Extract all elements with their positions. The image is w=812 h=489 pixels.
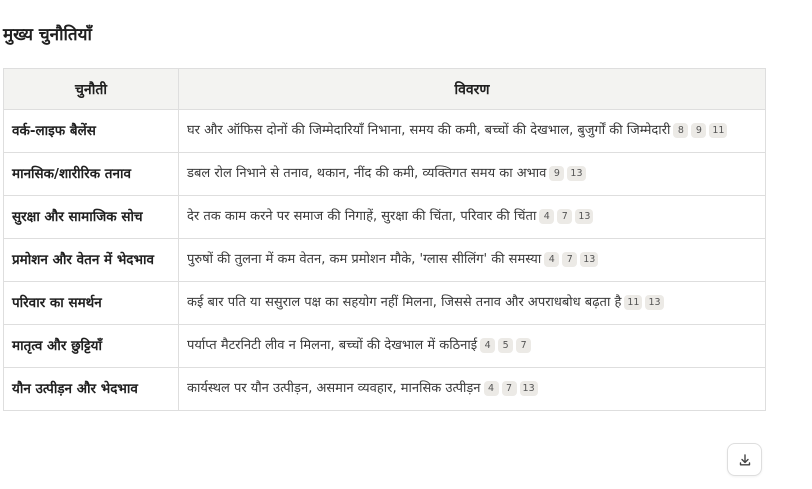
citation-badge[interactable]: 8 bbox=[673, 123, 689, 138]
citation-badge[interactable]: 4 bbox=[480, 338, 496, 353]
description-cell: देर तक काम करने पर समाज की निगाहें, सुरक… bbox=[178, 195, 766, 239]
description-text: कई बार पति या ससुराल पक्ष का सहयोग नहीं … bbox=[187, 295, 622, 310]
download-icon bbox=[739, 453, 750, 465]
citation-badge[interactable]: 13 bbox=[580, 252, 599, 267]
citation-badge[interactable]: 13 bbox=[519, 381, 538, 396]
column-header-challenge: चुनौती bbox=[3, 68, 179, 110]
description-cell: डबल रोल निभाने से तनाव, थकान, नींद की कम… bbox=[178, 152, 766, 196]
challenge-cell: सुरक्षा और सामाजिक सोच bbox=[3, 195, 179, 239]
table-row: प्रमोशन और वेतन में भेदभाव पुरुषों की तुल… bbox=[3, 238, 766, 282]
challenge-cell: यौन उत्पीड़न और भेदभाव bbox=[3, 367, 179, 411]
challenge-cell: मातृत्व और छुट्टियाँ bbox=[3, 324, 179, 368]
citation-badge[interactable]: 4 bbox=[483, 381, 499, 396]
column-header-description: विवरण bbox=[178, 68, 766, 110]
description-cell: कई बार पति या ससुराल पक्ष का सहयोग नहीं … bbox=[178, 281, 766, 325]
challenge-cell: वर्क-लाइफ बैलेंस bbox=[3, 109, 179, 153]
challenges-table: चुनौती विवरण वर्क-लाइफ बैलेंस घर और ऑफिस … bbox=[3, 68, 766, 411]
description-text: घर और ऑफिस दोनों की जिम्मेदारियाँ निभाना… bbox=[187, 123, 671, 138]
description-cell: घर और ऑफिस दोनों की जिम्मेदारियाँ निभाना… bbox=[178, 109, 766, 153]
description-text: पर्याप्त मैटरनिटी लीव न मिलना, बच्चों की… bbox=[187, 338, 478, 353]
challenge-cell: परिवार का समर्थन bbox=[3, 281, 179, 325]
table-body: वर्क-लाइफ बैलेंस घर और ऑफिस दोनों की जिम्… bbox=[3, 109, 766, 411]
table-row: वर्क-लाइफ बैलेंस घर और ऑफिस दोनों की जिम्… bbox=[3, 109, 766, 153]
description-cell: पर्याप्त मैटरनिटी लीव न मिलना, बच्चों की… bbox=[178, 324, 766, 368]
citation-badge[interactable]: 11 bbox=[624, 295, 643, 310]
section-title: मुख्य चुनौतियाँ bbox=[3, 25, 92, 45]
description-text: देर तक काम करने पर समाज की निगाहें, सुरक… bbox=[187, 209, 537, 224]
challenge-cell: प्रमोशन और वेतन में भेदभाव bbox=[3, 238, 179, 282]
table-row: मानसिक/शारीरिक तनाव डबल रोल निभाने से तना… bbox=[3, 152, 766, 196]
citation-badge[interactable]: 7 bbox=[562, 252, 578, 267]
citation-badge[interactable]: 11 bbox=[709, 123, 728, 138]
citation-badge[interactable]: 9 bbox=[549, 166, 565, 181]
challenges-table-wrap: चुनौती विवरण वर्क-लाइफ बैलेंस घर और ऑफिस … bbox=[3, 68, 766, 411]
table-header-row: चुनौती विवरण bbox=[3, 68, 766, 110]
download-button[interactable] bbox=[727, 443, 762, 476]
table-row: सुरक्षा और सामाजिक सोच देर तक काम करने पर… bbox=[3, 195, 766, 239]
citation-badge[interactable]: 4 bbox=[539, 209, 555, 224]
table-row: परिवार का समर्थन कई बार पति या ससुराल पक्… bbox=[3, 281, 766, 325]
citation-badge[interactable]: 4 bbox=[544, 252, 560, 267]
citation-badge[interactable]: 13 bbox=[567, 166, 586, 181]
citation-badge[interactable]: 5 bbox=[498, 338, 514, 353]
citation-badge[interactable]: 13 bbox=[645, 295, 664, 310]
challenge-cell: मानसिक/शारीरिक तनाव bbox=[3, 152, 179, 196]
description-text: कार्यस्थल पर यौन उत्पीड़न, असमान व्यवहार… bbox=[187, 381, 481, 396]
description-text: डबल रोल निभाने से तनाव, थकान, नींद की कम… bbox=[187, 166, 547, 181]
table-row: यौन उत्पीड़न और भेदभाव कार्यस्थल पर यौन उ… bbox=[3, 367, 766, 411]
citation-badge[interactable]: 7 bbox=[516, 338, 532, 353]
citation-badge[interactable]: 13 bbox=[575, 209, 594, 224]
table-row: मातृत्व और छुट्टियाँ पर्याप्त मैटरनिटी ली… bbox=[3, 324, 766, 368]
citation-badge[interactable]: 7 bbox=[557, 209, 573, 224]
citation-badge[interactable]: 7 bbox=[501, 381, 517, 396]
description-cell: कार्यस्थल पर यौन उत्पीड़न, असमान व्यवहार… bbox=[178, 367, 766, 411]
description-cell: पुरुषों की तुलना में कम वेतन, कम प्रमोशन… bbox=[178, 238, 766, 282]
description-text: पुरुषों की तुलना में कम वेतन, कम प्रमोशन… bbox=[187, 252, 542, 267]
page: मुख्य चुनौतियाँ चुनौती विवरण वर्क-लाइफ ब… bbox=[0, 0, 812, 489]
citation-badge[interactable]: 9 bbox=[691, 123, 707, 138]
